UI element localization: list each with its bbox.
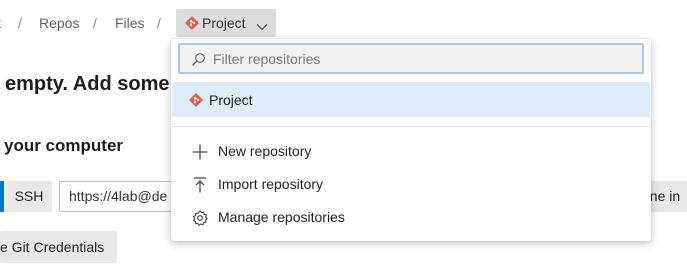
breadcrumb-separator: / (18, 15, 22, 31)
gear-icon (191, 209, 209, 227)
new-repository-label: New repository (218, 143, 312, 159)
https-toggle-edge[interactable] (0, 181, 4, 212)
breadcrumb-item-files[interactable]: Files (115, 15, 145, 31)
filter-box (178, 43, 644, 74)
chevron-down-icon (256, 18, 268, 36)
git-repo-icon (189, 93, 203, 112)
clone-url-field[interactable]: https://4lab@de (59, 181, 189, 212)
repository-picker-button[interactable]: Project (176, 9, 276, 37)
repository-picker-label: Project (202, 15, 246, 31)
git-repo-icon (185, 16, 199, 35)
filter-repositories-input[interactable] (213, 50, 613, 68)
import-repository-label: Import repository (218, 176, 324, 192)
breadcrumb-separator: / (93, 15, 97, 31)
repository-item-project[interactable]: Project (172, 82, 650, 117)
search-icon (191, 52, 206, 72)
breadcrumb-separator: / (157, 15, 161, 31)
import-icon (191, 176, 209, 194)
breadcrumb-item-repos[interactable]: Repos (39, 15, 79, 31)
ssh-toggle-button[interactable]: SSH (6, 181, 52, 212)
manage-repositories-label: Manage repositories (218, 209, 345, 225)
repository-item-label: Project (209, 92, 253, 108)
generate-git-credentials-button[interactable]: e Git Credentials (0, 231, 117, 263)
breadcrumb: t / Repos / Files / Project (0, 8, 687, 38)
new-repository-button[interactable]: New repository (172, 136, 650, 168)
manage-repositories-button[interactable]: Manage repositories (172, 202, 650, 234)
menu-divider (172, 126, 650, 127)
page-heading: empty. Add some c (5, 73, 187, 95)
breadcrumb-item-project-root[interactable]: t (0, 15, 1, 31)
repository-dropdown: Project New repository Import repository… (171, 39, 651, 241)
import-repository-button[interactable]: Import repository (172, 169, 650, 201)
plus-icon (191, 143, 209, 161)
clone-section-heading: your computer (4, 136, 124, 155)
